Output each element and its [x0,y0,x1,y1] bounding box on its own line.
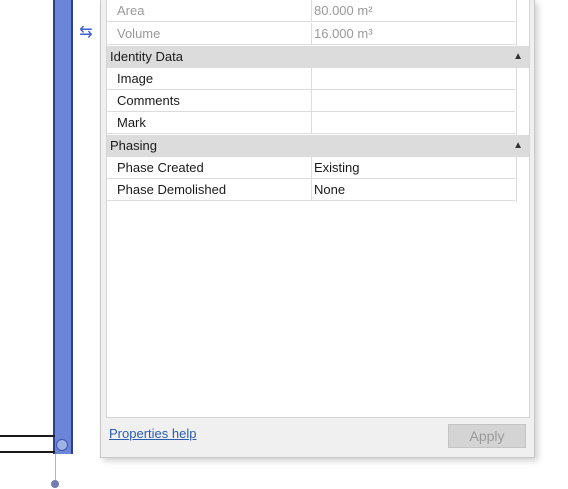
property-value: 80.000 m² [314,3,373,18]
property-row-phase-demolished[interactable]: Phase Demolished None [107,179,515,201]
collapse-up-icon[interactable]: ▲ [513,135,523,157]
group-header-identity-data[interactable]: Identity Data ▲ [107,46,529,68]
group-title: Phasing [110,138,157,153]
wall-edge-line [0,451,55,453]
apply-button[interactable]: Apply [448,424,526,448]
wall-edge-line [0,435,55,437]
double-arrow-icon[interactable]: ⇆ [76,25,96,41]
properties-scrollbar[interactable] [516,0,529,202]
property-name: Comments [117,93,180,108]
property-name: Volume [117,26,161,41]
wall-element[interactable] [53,0,73,454]
collapse-up-icon[interactable]: ▲ [513,46,523,68]
property-name: Phase Created [117,160,204,175]
properties-help-link[interactable]: Properties help [109,426,196,441]
property-row-image[interactable]: Image [107,68,515,90]
property-row-mark[interactable]: Mark [107,112,515,134]
property-name: Image [117,71,154,86]
property-value[interactable]: Existing [314,157,360,179]
property-row-comments[interactable]: Comments [107,90,515,112]
wall-grip-handle[interactable] [56,439,68,451]
property-name: Phase Demolished [117,182,227,197]
group-title: Identity Data [110,49,183,64]
properties-grid: Area 80.000 m² Volume 16.000 m³ Identity… [106,0,530,418]
property-row-phase-created[interactable]: Phase Created Existing [107,157,515,179]
reference-line [55,454,56,482]
property-value[interactable]: None [314,179,345,201]
property-name: Area [117,3,145,18]
reference-point[interactable] [51,480,59,488]
group-header-phasing[interactable]: Phasing ▲ [107,135,529,157]
property-row-volume: Volume 16.000 m³ [107,23,515,45]
property-name: Mark [117,115,146,130]
property-value: 16.000 m³ [314,26,373,41]
properties-palette: Area 80.000 m² Volume 16.000 m³ Identity… [100,0,535,458]
property-row-area: Area 80.000 m² [107,0,515,22]
